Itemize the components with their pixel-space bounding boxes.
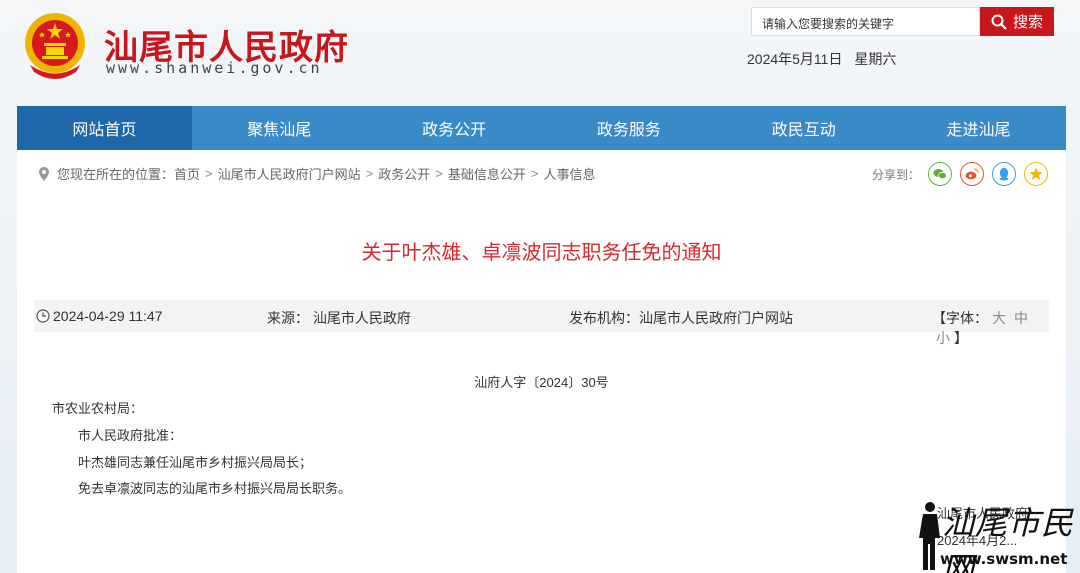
body-paragraph: 市人民政府批准：: [78, 428, 183, 443]
nav-item-services[interactable]: 政务服务: [541, 106, 716, 150]
breadcrumb-gov-affairs[interactable]: 政务公开: [378, 164, 430, 183]
location-pin-icon: [39, 166, 49, 181]
current-date: 2024年5月11日 星期六: [747, 49, 896, 69]
breadcrumb-separator: >: [365, 166, 374, 181]
article-publisher: 发布机构：汕尾市人民政府门户网站: [569, 308, 793, 328]
body-paragraph: 叶杰雄同志兼任汕尾市乡村振兴局局长；: [78, 455, 313, 470]
qq-icon[interactable]: [992, 162, 1017, 186]
watermark-url: www.swsm.net: [940, 550, 1068, 568]
nav-item-gov-affairs[interactable]: 政务公开: [367, 106, 542, 150]
font-size-switcher: 【字体：大中小】: [932, 308, 1049, 348]
nav-item-interaction[interactable]: 政民互动: [716, 106, 891, 150]
share-label: 分享到：: [872, 167, 921, 182]
article-source: 来源： 汕尾市人民政府: [267, 308, 411, 328]
watermark: 汕尾市民网 www.swsm.net: [912, 498, 1080, 573]
search-icon: [991, 14, 1007, 30]
publisher-value: 汕尾市人民政府门户网站: [639, 310, 793, 326]
article-meta-bar: 2024-04-29 11:47 来源： 汕尾市人民政府 发布机构：汕尾市人民政…: [34, 300, 1049, 346]
breadcrumb-prefix: 您现在所在的位置：: [57, 167, 175, 182]
breadcrumb-home[interactable]: 首页: [174, 164, 200, 183]
breadcrumb-separator: >: [435, 166, 443, 181]
site-url: www.shanwei.gov.cn: [106, 59, 323, 77]
breadcrumb-portal[interactable]: 汕尾市人民政府门户网站: [218, 164, 361, 183]
clock-icon: [36, 309, 50, 323]
nav-item-focus[interactable]: 聚焦汕尾: [192, 106, 367, 150]
source-value: 汕尾市人民政府: [312, 310, 411, 326]
qzone-icon[interactable]: [1024, 162, 1049, 186]
main-nav: 网站首页 聚焦汕尾 政务公开 政务服务 政民互动 走进汕尾: [17, 106, 1066, 150]
breadcrumb-personnel[interactable]: 人事信息: [543, 164, 595, 183]
weibo-icon[interactable]: [960, 162, 985, 186]
nav-item-home[interactable]: 网站首页: [17, 106, 192, 150]
body-paragraph: 免去卓凛波同志的汕尾市乡村振兴局局长职务。: [78, 481, 352, 496]
font-large-button[interactable]: 大: [992, 310, 1006, 326]
source-label: 来源：: [267, 310, 309, 326]
search-input[interactable]: 请输入您要搜索的关键字: [751, 7, 980, 36]
addressee: 市农业农村局：: [52, 401, 144, 416]
article-title: 关于叶杰雄、卓凛波同志职务任免的通知: [361, 242, 722, 264]
nav-item-about[interactable]: 走进汕尾: [891, 106, 1066, 150]
share-bar: 分享到：: [872, 162, 1049, 186]
search-button-label: 搜索: [1012, 14, 1043, 31]
national-emblem-icon[interactable]: [20, 10, 90, 82]
font-small-button[interactable]: 小: [936, 330, 950, 346]
font-medium-button[interactable]: 中: [1014, 310, 1028, 326]
breadcrumb: 您现在所在的位置： 首页 > 汕尾市人民政府门户网站 > 政务公开 > 基础信息…: [39, 164, 595, 183]
font-label-open: 【字体：: [932, 310, 988, 326]
date-text: 2024年5月11日: [747, 51, 843, 67]
site-header: 汕尾市人民政府 www.shanwei.gov.cn 请输入您要搜索的关键字 搜…: [0, 0, 1080, 106]
search-button[interactable]: 搜索: [980, 7, 1054, 36]
publish-time: 2024-04-29 11:47: [36, 308, 163, 324]
breadcrumb-basic-info[interactable]: 基础信息公开: [448, 164, 526, 183]
breadcrumb-separator: >: [205, 166, 213, 181]
weekday-text: 星期六: [854, 51, 897, 67]
publisher-label: 发布机构：: [569, 310, 639, 326]
breadcrumb-separator: >: [530, 166, 539, 181]
publish-time-text: 2024-04-29 11:47: [53, 308, 163, 324]
font-label-close: 】: [954, 330, 968, 346]
document-number: 汕府人字〔2024〕30号: [474, 375, 609, 390]
content-panel: 您现在所在的位置： 首页 > 汕尾市人民政府门户网站 > 政务公开 > 基础信息…: [17, 150, 1066, 573]
wechat-icon[interactable]: [928, 162, 953, 186]
